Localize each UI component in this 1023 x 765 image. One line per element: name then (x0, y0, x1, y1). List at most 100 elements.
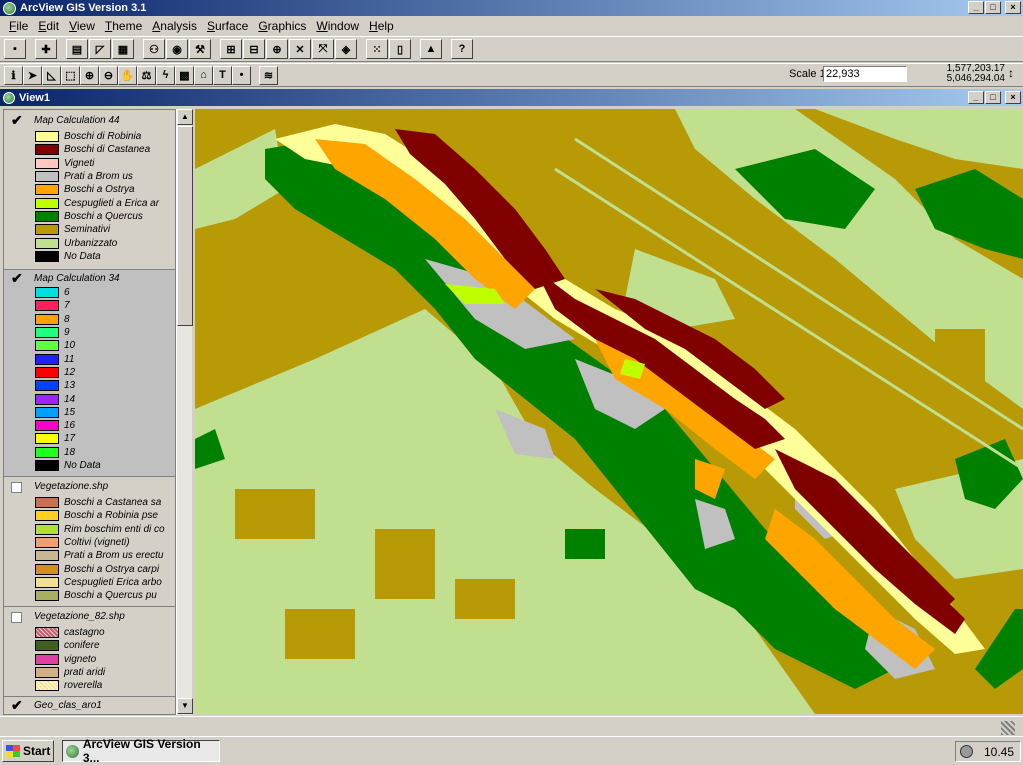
hotlink-tool-icon[interactable]: ϟ (156, 65, 175, 85)
help-icon[interactable]: ? (451, 39, 473, 59)
menu-surface[interactable]: Surface (202, 19, 253, 33)
legend-swatch (35, 627, 59, 639)
legend-label: 10 (64, 340, 76, 352)
legend-label: 6 (64, 287, 70, 299)
minimize-button[interactable]: _ (968, 1, 984, 14)
label-icon[interactable]: ⌂ (194, 65, 213, 85)
text-icon[interactable]: T (213, 65, 232, 85)
pan-icon[interactable]: ✋ (118, 65, 137, 85)
raster-map[interactable] (195, 109, 1023, 714)
identify-icon[interactable]: ℹ (4, 65, 23, 85)
scroll-thumb[interactable] (177, 126, 193, 326)
resize-grip-icon[interactable] (1001, 721, 1015, 735)
system-tray: 10.45 (955, 741, 1021, 762)
toc-scrollbar[interactable]: ▲ ▼ (176, 109, 193, 715)
save-icon[interactable]: ▪ (4, 39, 26, 59)
hotlink-icon[interactable]: ⚒ (189, 39, 211, 59)
scroll-down-icon[interactable]: ▼ (177, 698, 193, 714)
zoom-in-tool-icon[interactable]: ⊕ (80, 65, 99, 85)
theme-vegetazione-82[interactable]: Vegetazione_82.shp castagno conifere vig… (4, 610, 175, 694)
legend-item: 11 (4, 352, 175, 365)
theme-visible-checkbox[interactable] (11, 612, 22, 623)
legend-swatch (35, 144, 59, 156)
legend-item: Boschi a Ostrya (4, 183, 175, 196)
surface-tool-icon[interactable]: ≋ (259, 65, 278, 85)
taskbar: Start ArcView GIS Version 3... 10.45 (0, 736, 1023, 765)
scroll-up-icon[interactable]: ▲ (177, 109, 193, 125)
menu-theme[interactable]: Theme (100, 19, 147, 33)
theme-vegetazione[interactable]: Vegetazione.shp Boschi a Castanea sa Bos… (4, 480, 175, 604)
theme-divider (4, 476, 175, 477)
zoom-active-icon[interactable]: ⊟ (243, 39, 265, 59)
add-theme-icon[interactable]: ✚ (35, 39, 57, 59)
volume-icon[interactable] (960, 745, 973, 758)
legend-label: 7 (64, 300, 70, 312)
zoom-in-icon[interactable]: ✕ (289, 39, 311, 59)
clock: 10.45 (983, 744, 1014, 759)
legend-label: Boschi a Ostrya (64, 184, 135, 196)
legend-item: 13 (4, 379, 175, 392)
theme-map-calculation-44[interactable]: ✔ Map Calculation 44 Boschi di Robinia B… (4, 113, 175, 266)
legend-label: prati aridi (64, 667, 106, 679)
view-minimize-button[interactable]: _ (968, 91, 984, 104)
theme-properties-icon[interactable]: ▤ (66, 39, 88, 59)
select-feature-icon[interactable]: ⬚ (61, 65, 80, 85)
area-of-interest-icon[interactable]: ▩ (175, 65, 194, 85)
menu-help[interactable]: Help (364, 19, 399, 33)
menu-view[interactable]: View (64, 19, 100, 33)
zoom-out-tool-icon[interactable]: ⊖ (99, 65, 118, 85)
zoom-selected-icon[interactable]: ⊕ (266, 39, 288, 59)
vertex-edit-icon[interactable]: ◺ (42, 65, 61, 85)
arcview-app-icon[interactable] (3, 1, 16, 15)
legend-item: Seminativi (4, 223, 175, 236)
legend-label: 11 (64, 353, 75, 365)
zoom-out-icon[interactable]: ⤧ (312, 39, 334, 59)
legend-swatch (35, 327, 59, 339)
scale-input[interactable]: 22,933 (823, 66, 907, 82)
start-button[interactable]: Start (2, 740, 54, 762)
histogram-icon[interactable]: ▲ (420, 39, 442, 59)
open-table-icon[interactable]: ▦ (112, 39, 134, 59)
zoom-full-icon[interactable]: ⊞ (220, 39, 242, 59)
menu-window[interactable]: Window (311, 19, 364, 33)
menu-edit[interactable]: Edit (33, 19, 64, 33)
legend-label: Boschi a Quercus (64, 210, 143, 222)
legend-item: 16 (4, 419, 175, 432)
windows-logo-icon (6, 745, 20, 757)
measure-icon[interactable]: ⚖ (137, 65, 156, 85)
menu-graphics[interactable]: Graphics (253, 19, 311, 33)
view-maximize-button[interactable]: □ (985, 91, 1001, 104)
legend-swatch (35, 550, 59, 562)
draw-point-icon[interactable]: • (232, 65, 251, 85)
legend-label: No Data (64, 460, 101, 471)
query-builder-icon[interactable]: ⚇ (143, 39, 165, 59)
view-close-button[interactable]: × (1005, 91, 1021, 104)
theme-visible-checkbox[interactable]: ✔ (11, 271, 24, 285)
legend-label: roverella (64, 680, 103, 692)
view-icon[interactable] (3, 91, 15, 104)
legend-label: 16 (64, 420, 76, 432)
theme-visible-checkbox[interactable]: ✔ (11, 113, 24, 127)
maximize-button[interactable]: □ (985, 1, 1001, 14)
legend-swatch (35, 420, 59, 432)
legend-swatch (35, 590, 59, 602)
clear-selected-icon[interactable]: ▯ (389, 39, 411, 59)
close-button[interactable]: × (1005, 1, 1021, 14)
select-by-theme-icon[interactable]: ⁙ (366, 39, 388, 59)
menu-file[interactable]: File (4, 19, 33, 33)
map-display[interactable] (195, 109, 1023, 714)
theme-visible-checkbox[interactable] (11, 482, 22, 493)
taskbar-arcview-button[interactable]: ArcView GIS Version 3... (62, 737, 220, 765)
locate-icon[interactable]: ◉ (166, 39, 188, 59)
coordinate-y: 5,046,294.04 (946, 73, 1005, 84)
zoom-previous-icon[interactable]: ◈ (335, 39, 357, 59)
edit-legend-icon[interactable]: ◸ (89, 39, 111, 59)
pointer-icon[interactable]: ➤ (23, 65, 42, 85)
legend-label: castagno (64, 627, 105, 639)
theme-map-calculation-34[interactable]: ✔ Map Calculation 34 6 7 8 9 10 11 12 13… (4, 270, 175, 476)
theme-visible-checkbox[interactable]: ✔ (11, 698, 24, 712)
table-of-contents: ✔ Map Calculation 44 Boschi di Robinia B… (3, 109, 176, 715)
menu-analysis[interactable]: Analysis (147, 19, 202, 33)
legend-item: 7 (4, 299, 175, 312)
theme-geo-clas-aro1[interactable]: ✔ Geo_clas_aro1 (4, 698, 175, 714)
